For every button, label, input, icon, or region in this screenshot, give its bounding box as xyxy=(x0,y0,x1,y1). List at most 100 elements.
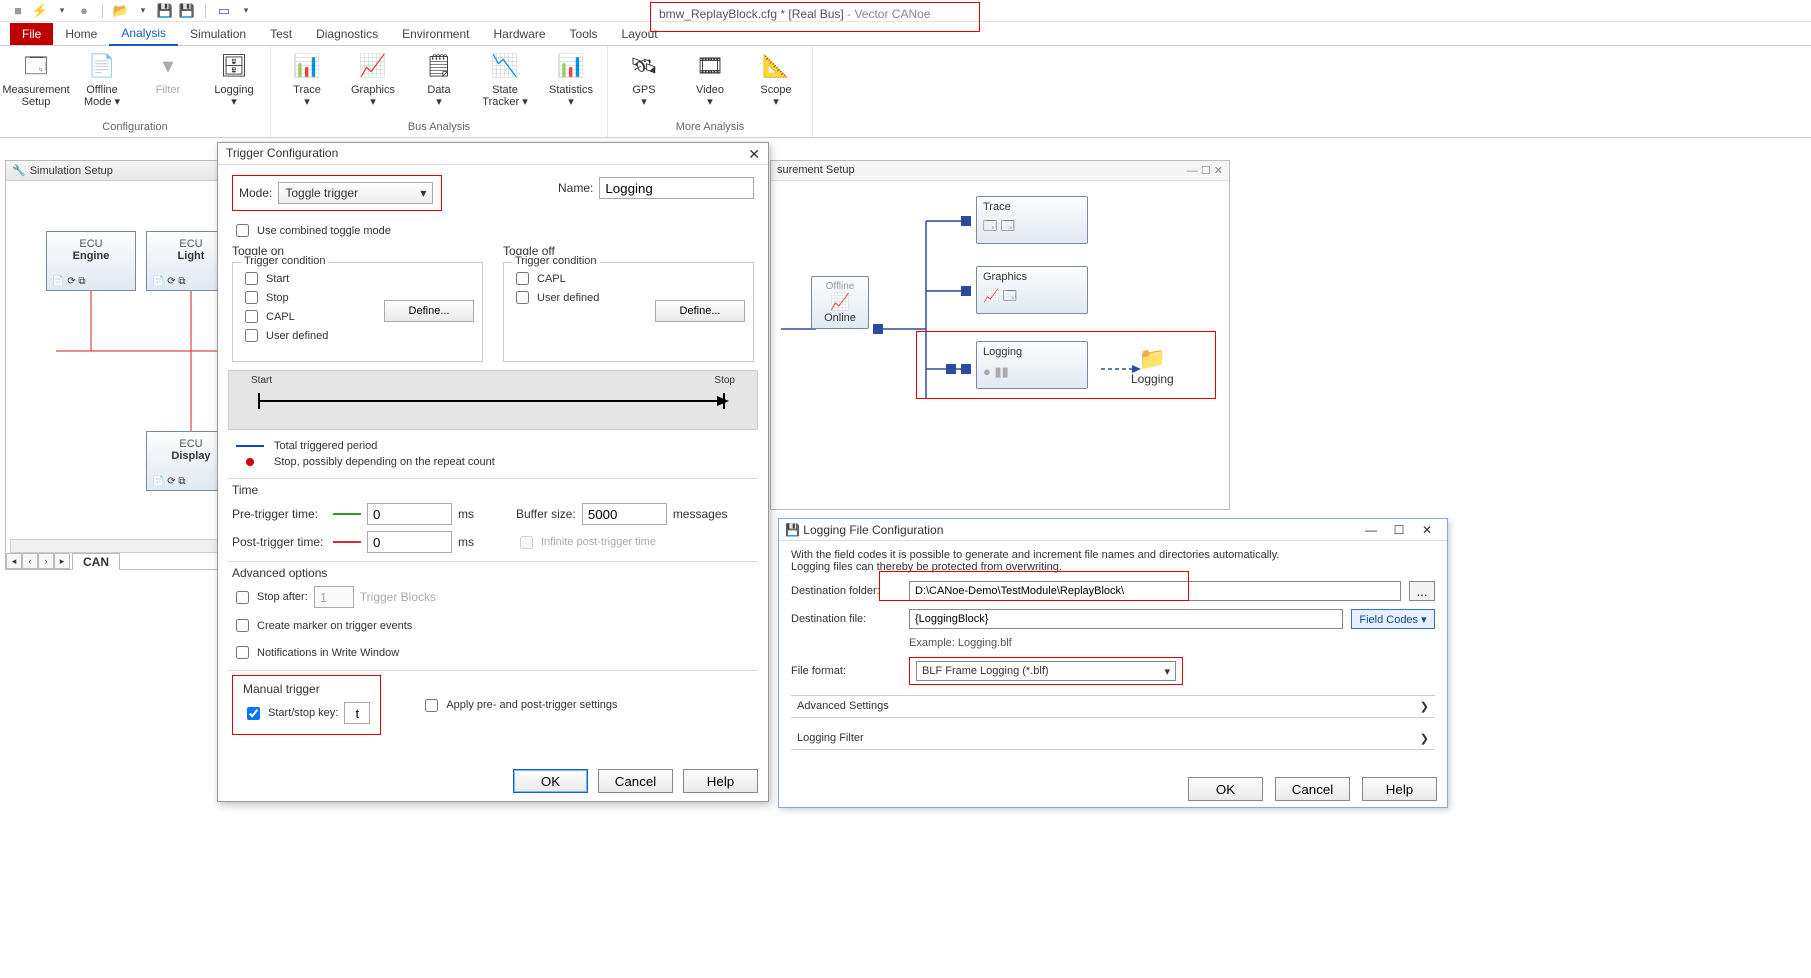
scope-button[interactable]: 📐Scope▾ xyxy=(748,50,804,119)
name-input[interactable] xyxy=(599,177,754,199)
run-icon[interactable]: ⚡ xyxy=(32,3,48,19)
connector-dot[interactable] xyxy=(873,324,883,334)
start-checkbox[interactable]: Start xyxy=(241,269,384,288)
capl-off-checkbox[interactable]: CAPL xyxy=(512,269,655,288)
start-stop-key-input[interactable] xyxy=(344,702,370,724)
save-icon[interactable]: 💾 xyxy=(157,3,173,19)
channel-tab-can[interactable]: CAN xyxy=(72,553,120,570)
tab-test[interactable]: Test xyxy=(258,23,304,45)
userdefined-off-checkbox[interactable]: User defined xyxy=(512,288,655,307)
connector-dot[interactable] xyxy=(961,216,971,226)
offline-icon: 📄 xyxy=(86,50,118,82)
group-label: More Analysis xyxy=(676,119,744,133)
cancel-button[interactable]: Cancel xyxy=(1275,777,1350,801)
help-button[interactable]: Help xyxy=(1362,777,1437,801)
post-trigger-input[interactable] xyxy=(367,531,452,553)
statistics-button[interactable]: 📊Statistics▾ xyxy=(543,50,599,119)
nav-first-button[interactable]: ◂ xyxy=(6,553,22,569)
group-label: Bus Analysis xyxy=(408,119,470,133)
trace-icon: 📊 xyxy=(291,50,323,82)
name-label: Name: xyxy=(558,181,593,195)
ribbon-group-configuration: 🗔MeasurementSetup 📄OfflineMode ▾ ▾Filter… xyxy=(0,46,271,137)
help-button[interactable]: Help xyxy=(683,769,758,793)
mode-label: Mode: xyxy=(239,186,272,200)
data-button[interactable]: 🗒Data▾ xyxy=(411,50,467,119)
record-icon[interactable]: ● xyxy=(76,3,92,19)
logging-button[interactable]: 🗄Logging▾ xyxy=(206,50,262,119)
offline-mode-button[interactable]: 📄OfflineMode ▾ xyxy=(74,50,130,119)
cancel-button[interactable]: Cancel xyxy=(598,769,673,793)
dropdown-icon[interactable]: ▾ xyxy=(54,3,70,19)
tab-diagnostics[interactable]: Diagnostics xyxy=(304,23,390,45)
notifications-checkbox[interactable]: Notifications in Write Window xyxy=(232,643,754,662)
stop-icon[interactable]: ■ xyxy=(10,3,26,19)
tab-environment[interactable]: Environment xyxy=(390,23,481,45)
mode-select[interactable]: Toggle trigger▾ xyxy=(278,182,433,204)
title-mode: [Real Bus] xyxy=(788,7,843,21)
graphics-node[interactable]: Graphics 📈 🗔 xyxy=(976,266,1088,314)
nav-next-button[interactable]: › xyxy=(38,553,54,569)
dropdown-icon[interactable]: ▾ xyxy=(238,3,254,19)
destination-file-input[interactable] xyxy=(909,609,1343,629)
tab-tools[interactable]: Tools xyxy=(558,23,610,45)
nav-last-button[interactable]: ▸ xyxy=(54,553,70,569)
expand-icon: ❯ xyxy=(1420,700,1429,713)
stop-after-checkbox[interactable]: Stop after: xyxy=(232,588,308,607)
ecu-engine-block[interactable]: ECU Engine 📄 ⟳ ⧉ xyxy=(46,231,136,291)
ecu-sub-icons: 📄 ⟳ ⧉ xyxy=(52,276,86,287)
tab-home[interactable]: Home xyxy=(53,23,109,45)
nav-prev-button[interactable]: ‹ xyxy=(22,553,38,569)
tab-analysis[interactable]: Analysis xyxy=(109,22,178,46)
graphics-button[interactable]: 📈Graphics▾ xyxy=(345,50,401,119)
trace-node[interactable]: Trace 🗔 🗔 xyxy=(976,196,1088,244)
online-offline-node[interactable]: Offline 📈 Online xyxy=(811,276,869,329)
tab-simulation[interactable]: Simulation xyxy=(178,23,258,45)
trace-button[interactable]: 📊Trace▾ xyxy=(279,50,335,119)
dialog-title: Logging File Configuration xyxy=(803,523,943,537)
browse-folder-button[interactable]: ... xyxy=(1409,581,1435,601)
app-title: bmw_ReplayBlock.cfg * [Real Bus] - Vecto… xyxy=(650,2,980,32)
ok-button[interactable]: OK xyxy=(513,769,588,793)
userdefined-checkbox[interactable]: User defined xyxy=(241,326,384,345)
video-button[interactable]: 🎞Video▾ xyxy=(682,50,738,119)
trace-node-icons: 🗔 🗔 xyxy=(983,217,1081,239)
saveas-icon[interactable]: 💾 xyxy=(179,3,195,19)
measurement-setup-panel: surement Setup — ☐ ✕ Offline 📈 Online Tr… xyxy=(770,160,1230,510)
gps-button[interactable]: 🛰GPS▾ xyxy=(616,50,672,119)
logging-filter-accordion[interactable]: Logging Filter❯ xyxy=(791,728,1435,750)
example-label: Example: Logging.blf xyxy=(909,637,1012,649)
stop-checkbox[interactable]: Stop xyxy=(241,288,384,307)
expand-icon: ❯ xyxy=(1420,732,1429,745)
group-label: Configuration xyxy=(102,119,167,133)
highlight-destfolder xyxy=(879,571,1189,601)
tab-file[interactable]: File xyxy=(10,23,53,45)
state-tracker-button[interactable]: 📉StateTracker ▾ xyxy=(477,50,533,119)
marker-checkbox[interactable]: Create marker on trigger events xyxy=(232,616,754,635)
file-format-select[interactable]: BLF Frame Logging (*.blf)▾ xyxy=(916,661,1176,681)
advanced-settings-accordion[interactable]: Advanced Settings❯ xyxy=(791,695,1435,718)
connector-dot[interactable] xyxy=(961,286,971,296)
pre-trigger-input[interactable] xyxy=(367,503,452,525)
close-icon[interactable]: ✕ xyxy=(748,146,760,161)
apply-pre-post-checkbox[interactable]: Apply pre- and post-trigger settings xyxy=(421,696,617,715)
window-icon[interactable]: ▭ xyxy=(216,3,232,19)
field-codes-button[interactable]: Field Codes ▾ xyxy=(1351,609,1435,629)
window-controls[interactable]: — ☐ ✕ xyxy=(1187,164,1223,177)
start-stop-key-checkbox[interactable]: Start/stop key: xyxy=(243,704,338,723)
tab-hardware[interactable]: Hardware xyxy=(482,23,558,45)
measurement-setup-button[interactable]: 🗔MeasurementSetup xyxy=(8,50,64,119)
buffer-size-input[interactable] xyxy=(582,503,667,525)
ribbon: 🗔MeasurementSetup 📄OfflineMode ▾ ▾Filter… xyxy=(0,46,1811,138)
combined-toggle-checkbox[interactable]: Use combined toggle mode xyxy=(232,221,754,240)
define-on-button[interactable]: Define... xyxy=(384,300,474,322)
capl-checkbox[interactable]: CAPL xyxy=(241,307,384,326)
stop-after-input xyxy=(314,586,354,608)
window-controls[interactable]: —☐✕ xyxy=(1357,523,1441,537)
panel-title: Simulation Setup xyxy=(30,165,113,177)
chevron-down-icon: ▾ xyxy=(1164,665,1170,678)
filter-button[interactable]: ▾Filter xyxy=(140,50,196,119)
define-off-button[interactable]: Define... xyxy=(655,300,745,322)
open-icon[interactable]: 📂 xyxy=(113,3,129,19)
ok-button[interactable]: OK xyxy=(1188,777,1263,801)
dropdown-icon[interactable]: ▾ xyxy=(135,3,151,19)
